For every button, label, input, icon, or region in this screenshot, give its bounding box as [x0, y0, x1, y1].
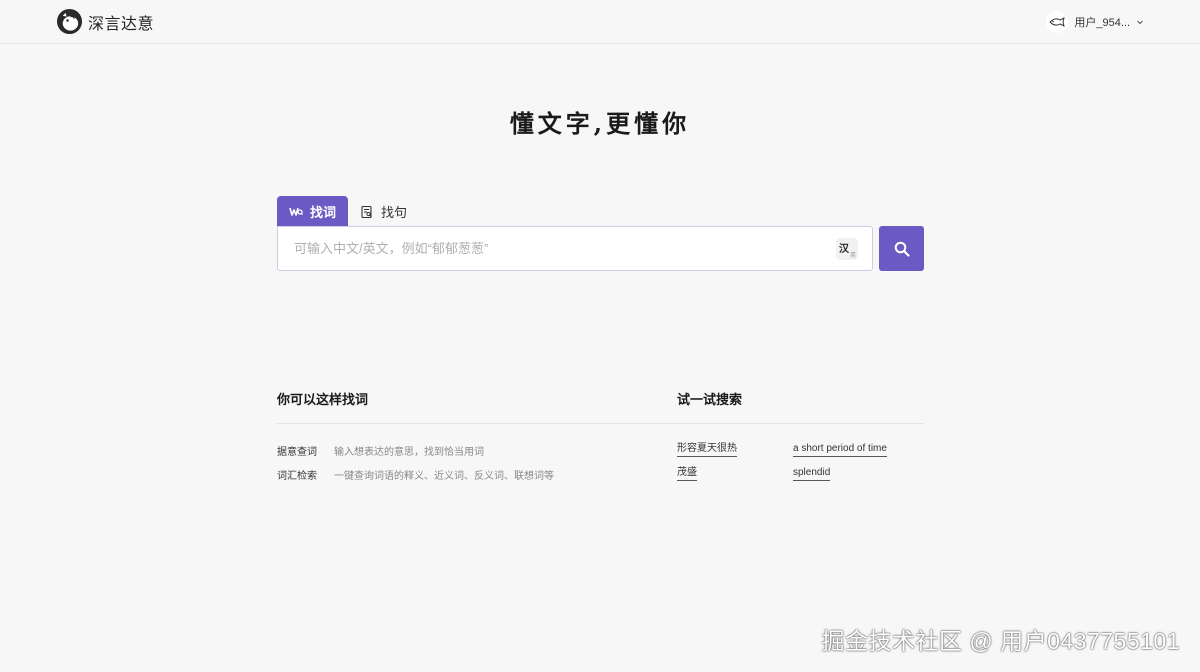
watermark: 掘金技术社区 @ 用户0437755101: [821, 628, 1180, 654]
language-toggle[interactable]: 汉 英: [836, 238, 858, 260]
search-icon: [894, 241, 910, 257]
brand-link[interactable]: 深言达意: [56, 8, 154, 35]
top-bar: 深言达意 用户_954...: [0, 0, 1200, 44]
user-menu[interactable]: 用户_954...: [1046, 11, 1144, 33]
try-search-link[interactable]: 形容夏天很热: [677, 443, 737, 457]
tab-label: 找词: [310, 205, 337, 220]
brand-name: 深言达意: [88, 15, 155, 33]
language-secondary: 英: [849, 253, 856, 259]
sentence-search-icon: [361, 205, 372, 218]
howto-title: 你可以这样找词: [277, 392, 369, 407]
howto-key: 词汇检索: [277, 471, 317, 482]
try-search-link[interactable]: splendid: [793, 467, 831, 481]
section-divider: [277, 423, 924, 424]
tab-find-word[interactable]: 找词: [277, 196, 348, 227]
page: 深言达意 用户_954... 懂文字,更懂你 找词 找句 可输入中文/英文，例如…: [0, 0, 1200, 672]
try-search-link[interactable]: a short period of time: [793, 443, 887, 457]
chevron-down-icon: [1137, 20, 1143, 25]
page-title: 懂文字,更懂你: [509, 109, 691, 138]
search-mode-tabs: 找词 找句: [277, 196, 419, 227]
brand-logo-icon: [56, 8, 83, 35]
search-input[interactable]: [278, 227, 828, 270]
tab-label: 找句: [381, 205, 408, 220]
howto-key: 据意查词: [277, 447, 317, 458]
try-search-link[interactable]: 茂盛: [677, 467, 697, 481]
list-item: 词汇检索 一键查询词语的释义、近义词、反义词、联想词等: [277, 467, 554, 482]
search-button[interactable]: [879, 226, 924, 271]
word-search-icon: [289, 207, 303, 216]
tab-find-sentence[interactable]: 找句: [348, 196, 419, 227]
search-box: 汉 英: [277, 226, 873, 271]
howto-desc: 输入想表达的意思，找到恰当用词: [334, 447, 484, 458]
howto-desc: 一键查询词语的释义、近义词、反义词、联想词等: [334, 471, 554, 482]
user-name: 用户_954...: [1074, 17, 1130, 29]
fish-icon: [1049, 17, 1066, 27]
try-search-title: 试一试搜索: [677, 392, 743, 407]
list-item: 据意查词 输入想表达的意思，找到恰当用词: [277, 443, 484, 458]
language-primary: 汉: [839, 244, 849, 255]
avatar: [1046, 11, 1069, 33]
